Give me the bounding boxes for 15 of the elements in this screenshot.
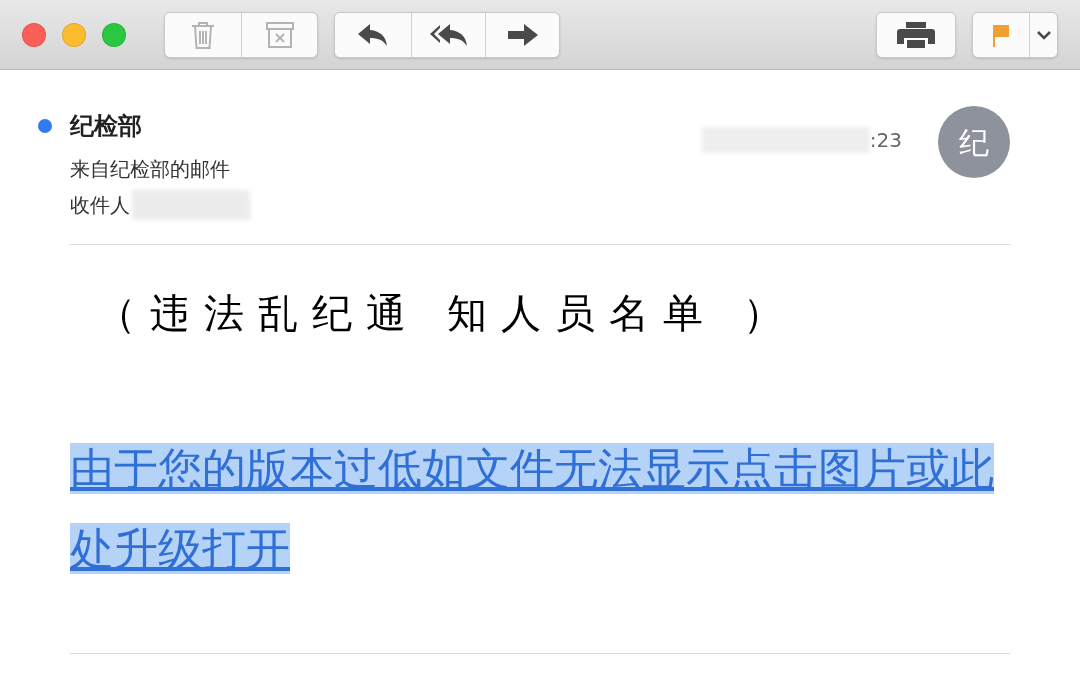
zoom-button[interactable]: [102, 22, 126, 47]
recipient-label: 收件人: [70, 192, 130, 219]
minimize-button[interactable]: [62, 22, 86, 47]
printer-icon: [896, 19, 936, 50]
body-heading: （违法乱纪通 知人员名单 ）: [96, 289, 798, 338]
time-text: :23: [869, 127, 902, 154]
trash-icon: [190, 19, 216, 50]
sender-name: 纪检部: [70, 111, 142, 142]
subject-text: 来自纪检部的邮件: [70, 156, 230, 183]
chevron-down-icon: [1035, 29, 1052, 40]
junk-box-icon: [264, 20, 295, 49]
close-button[interactable]: [22, 22, 46, 47]
reply-icon: [356, 21, 390, 48]
forward-arrow-icon: [505, 21, 540, 48]
avatar: 纪: [938, 106, 1010, 178]
